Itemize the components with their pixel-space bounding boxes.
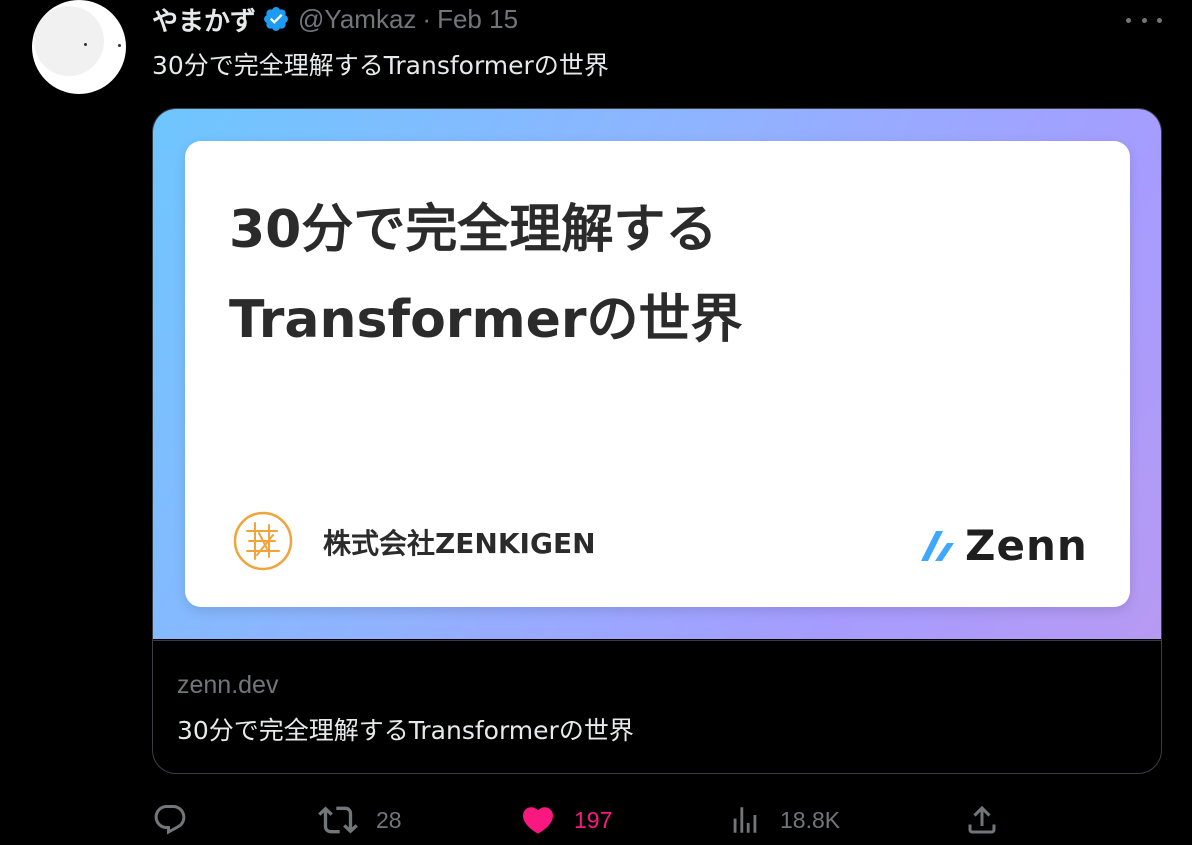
- reply-button[interactable]: [152, 798, 206, 842]
- action-bar: 28 197 18.8K: [152, 798, 1012, 842]
- link-card[interactable]: 30分で完全理解する Transformerの世界 株式会社ZENKIGEN Z…: [152, 108, 1162, 774]
- retweet-icon: [318, 806, 358, 834]
- reply-icon: [154, 805, 186, 835]
- views-count: 18.8K: [780, 806, 841, 833]
- views-button[interactable]: 18.8K: [728, 798, 840, 842]
- tweet-text: 30分で完全理解するTransformerの世界: [152, 51, 609, 80]
- retweet-button[interactable]: 28: [318, 798, 402, 842]
- separator: ·: [422, 3, 432, 34]
- zenn-logo: Zenn: [921, 521, 1088, 570]
- card-image-panel: 30分で完全理解する Transformerの世界 株式会社ZENKIGEN Z…: [185, 141, 1130, 607]
- views-icon: [733, 807, 757, 833]
- zenn-wordmark: Zenn: [965, 521, 1088, 570]
- card-image-title-line2: Transformerの世界: [229, 290, 743, 350]
- card-image-title-line1: 30分で完全理解する: [229, 200, 718, 260]
- handle[interactable]: @Yamkaz: [298, 4, 416, 35]
- card-meta[interactable]: zenn.dev 30分で完全理解するTransformerの世界: [153, 640, 1161, 773]
- share-icon: [968, 805, 996, 834]
- avatar-eye-left: [84, 43, 87, 46]
- tweet[interactable]: やまかず @Yamkaz · Feb 15 30分で完全理解するTransfor…: [0, 0, 1192, 845]
- card-domain: zenn.dev: [177, 671, 279, 699]
- tweet-header: やまかず @Yamkaz · Feb 15: [152, 1, 518, 38]
- tweet-date[interactable]: Feb 15: [437, 4, 518, 35]
- card-image-title: 30分で完全理解する Transformerの世界: [229, 185, 989, 365]
- retweet-count: 28: [376, 806, 402, 833]
- avatar[interactable]: [32, 0, 126, 94]
- more-dot: [1126, 17, 1131, 23]
- more-dot: [1157, 17, 1162, 23]
- avatar-eye-right: [118, 44, 121, 47]
- display-name[interactable]: やまかず: [152, 1, 256, 38]
- verified-badge-icon[interactable]: [262, 5, 290, 33]
- more-icon[interactable]: [1126, 8, 1162, 32]
- zenn-mark-icon: [921, 530, 954, 561]
- like-count: 197: [574, 806, 613, 833]
- like-button[interactable]: 197: [520, 798, 612, 842]
- card-title: 30分で完全理解するTransformerの世界: [177, 716, 634, 745]
- more-dot: [1141, 17, 1147, 23]
- share-button[interactable]: [964, 798, 1000, 842]
- org-name: 株式会社ZENKIGEN: [323, 527, 596, 560]
- card-image[interactable]: 30分で完全理解する Transformerの世界 株式会社ZENKIGEN Z…: [153, 109, 1161, 639]
- org-logo-icon: [233, 511, 293, 571]
- avatar-figure: [34, 6, 104, 76]
- heart-icon: [522, 807, 554, 834]
